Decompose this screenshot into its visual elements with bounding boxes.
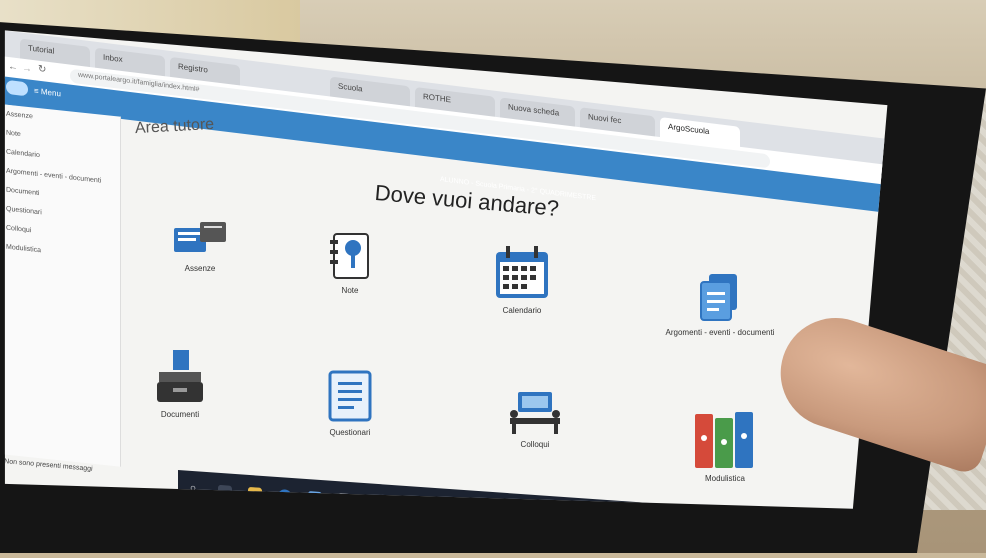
calendar-icon [496,246,548,298]
sidebar: Assenze Note Calendario Argomenti - even… [4,104,121,467]
absence-icon [174,222,226,252]
tile-note[interactable]: Note [315,230,385,295]
tile-modulistica[interactable]: Modulistica [680,408,770,483]
tile-label: Modulistica [704,474,745,483]
tile-label: Assenze [184,264,216,273]
tile-label: Argomenti - eventi - documenti [665,328,775,337]
page-title: Area tutore [134,115,215,138]
tab-label: Nuovi fec [588,112,622,126]
menu-button[interactable]: ≡ Menu [34,86,61,98]
tile-label: Colloqui [520,440,550,449]
tab-label: Scuola [338,81,363,94]
tab-label: Inbox [103,52,123,65]
tab-label: ROTHE [423,91,451,105]
tile-assenze[interactable]: Assenze [160,218,240,273]
tile-label: Documenti [160,410,200,419]
tile-label: Questionari [329,428,371,437]
tab-label: Tutorial [28,43,55,56]
tab-label: ArgoScuola [668,122,710,137]
tile-argomenti-eventi-documenti[interactable]: Argomenti - eventi - documenti [640,270,800,337]
binders-icon [695,412,753,468]
reload-icon[interactable]: ↻ [38,64,46,76]
inbox-tray-icon [157,350,203,402]
tile-label: Note [341,286,359,295]
tile-documenti[interactable]: Documenti [140,348,220,419]
questionnaire-icon [328,370,372,422]
tile-calendario[interactable]: Calendario [482,244,562,315]
documents-icon [700,274,737,321]
tile-label: Calendario [502,306,542,315]
notebook-pin-icon [330,233,369,279]
tile-questionari[interactable]: Questionari [310,368,390,437]
app-logo-icon [6,79,28,97]
forward-arrow-icon[interactable]: → [22,63,32,75]
back-arrow-icon[interactable]: ← [8,61,18,73]
tab-label: Nuova scheda [508,102,560,118]
meeting-icon [510,392,560,434]
tile-colloqui[interactable]: Colloqui [495,390,575,449]
tab-label: Registro [178,61,208,75]
